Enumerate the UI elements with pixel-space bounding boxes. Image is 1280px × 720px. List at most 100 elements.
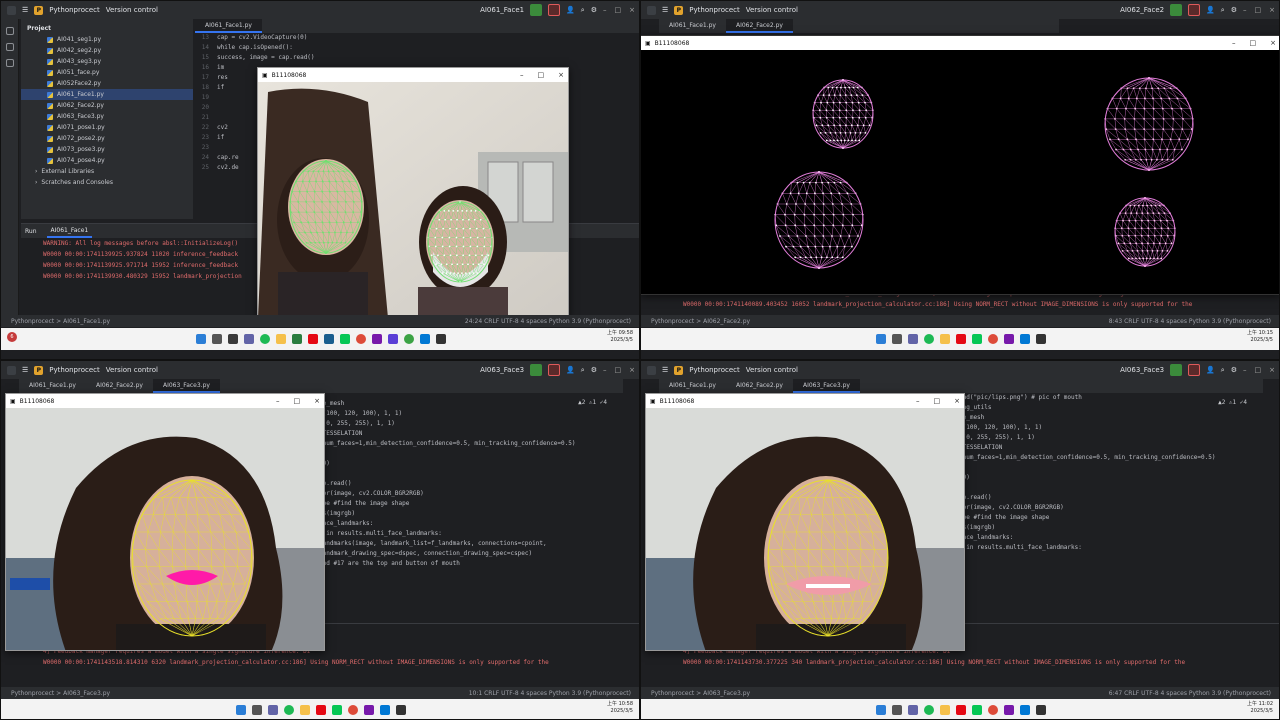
version-control-menu[interactable]: Version control [746, 366, 798, 374]
system-tray-clock[interactable]: 上午 10:15 2025/3/5 [1247, 330, 1273, 344]
system-tray-clock[interactable]: 上午 11:02 2025/3/5 [1247, 701, 1273, 715]
app-icon[interactable] [292, 334, 302, 344]
external-libraries[interactable]: › External Libraries [21, 166, 193, 177]
start-icon[interactable] [236, 705, 246, 715]
pycharm-icon[interactable] [1036, 334, 1046, 344]
close-icon[interactable]: × [314, 397, 320, 405]
more-tools-icon[interactable] [5, 59, 14, 67]
line-icon[interactable] [340, 334, 350, 344]
search-icon[interactable]: ⌕ [1221, 6, 1225, 15]
code-line[interactable]: (0) [959, 473, 1263, 483]
minimize-icon[interactable]: – [1243, 6, 1247, 14]
code-line[interactable]: ap.read() [959, 493, 1263, 503]
code-line[interactable]: s in results.multi_face_landmarks: [959, 543, 1263, 553]
pycharm-icon[interactable] [436, 334, 446, 344]
file-item[interactable]: AI041_seg1.py [21, 34, 193, 45]
close-icon[interactable]: × [1269, 6, 1275, 14]
rerun-button[interactable] [1170, 364, 1183, 376]
project-selector[interactable]: Pythonprocect [689, 6, 739, 14]
rerun-button[interactable] [530, 4, 543, 16]
project-tree-header[interactable]: Project [21, 23, 193, 34]
code-line[interactable]: ape #find the image shape [319, 499, 623, 509]
code-line[interactable]: 13 cap = cv2.VideoCapture(0) [195, 33, 639, 43]
code-line[interactable]: ss(imgrgb) [959, 523, 1263, 533]
maximize-icon[interactable]: □ [538, 71, 545, 79]
editor-tab[interactable]: AI062_Face2.py [726, 379, 793, 393]
code-line[interactable] [959, 483, 1263, 493]
status-path[interactable]: Pythonprocect > AI063_Face3.py [651, 690, 750, 697]
folder-icon[interactable] [940, 334, 950, 344]
editor-tab[interactable]: AI063_Face3.py [792, 379, 860, 393]
menu-icon[interactable]: ☰ [662, 6, 668, 14]
code-line[interactable]: ap.read() [319, 479, 623, 489]
teams-icon[interactable] [268, 705, 278, 715]
code-line[interactable]: ((0, 255, 255), 1, 1) [319, 419, 623, 429]
editor-tab[interactable]: AI063_Face3.py [152, 379, 220, 393]
system-tray-clock[interactable]: 上午 09:58 2025/3/5 [607, 330, 633, 344]
minimize-icon[interactable]: – [603, 6, 607, 14]
code-line[interactable]: ss(imgrgb) [319, 509, 623, 519]
structure-tool-icon[interactable] [5, 43, 14, 51]
spotify-icon[interactable] [260, 334, 270, 344]
minimize-icon[interactable]: – [1243, 366, 1247, 374]
maximize-icon[interactable]: □ [934, 397, 941, 405]
code-line[interactable]: and #17 are the top and button of mouth [319, 559, 623, 569]
editor-tab[interactable]: AI062_Face2.py [86, 379, 153, 393]
file-item[interactable]: AI074_pose4.py [21, 155, 193, 166]
maximize-icon[interactable]: □ [1250, 39, 1257, 47]
inspection-counts[interactable]: ▲2 ⚠1 ✓4 [578, 399, 607, 406]
code-line[interactable]: (num_faces=1,min_detection_confidence=0.… [959, 453, 1263, 463]
search-icon[interactable] [252, 705, 262, 715]
rerun-button[interactable] [530, 364, 543, 376]
file-item[interactable]: AI072_pose2.py [21, 133, 193, 144]
chrome-icon[interactable] [348, 705, 358, 715]
minimize-icon[interactable]: – [916, 397, 920, 405]
chrome-icon[interactable] [988, 705, 998, 715]
system-tray-clock[interactable]: 上午 10:58 2025/3/5 [607, 701, 633, 715]
tab-ai062[interactable]: AI062_Face2.py [725, 19, 793, 33]
file-item[interactable]: AI071_pose1.py [21, 122, 193, 133]
menu-icon[interactable]: ☰ [22, 6, 28, 14]
minimize-icon[interactable]: – [1232, 39, 1236, 47]
chrome-icon[interactable] [356, 334, 366, 344]
settings-icon[interactable]: ⚙ [591, 6, 597, 14]
netflix-icon[interactable] [316, 705, 326, 715]
settings-icon[interactable]: ⚙ [1231, 366, 1237, 374]
line-icon[interactable] [972, 334, 982, 344]
start-icon[interactable] [196, 334, 206, 344]
code-line[interactable]: ((0, 255, 255), 1, 1) [959, 433, 1263, 443]
vscode-icon[interactable] [1020, 334, 1030, 344]
run-config-selector[interactable]: AI062_Face2 [1120, 6, 1164, 14]
onenote-icon[interactable] [1004, 334, 1014, 344]
code-line[interactable]: _TESSELATION [319, 429, 623, 439]
notification-badge[interactable]: 6 [7, 332, 17, 342]
run-config-selector[interactable]: AI063_Face3 [1120, 366, 1164, 374]
line-icon[interactable] [972, 705, 982, 715]
maximize-icon[interactable]: □ [1255, 366, 1262, 374]
opencv-window[interactable]: ▣ B11108068 – □ × [5, 393, 325, 651]
netflix-icon[interactable] [308, 334, 318, 344]
folder-icon[interactable] [300, 705, 310, 715]
vscode-icon[interactable] [1020, 705, 1030, 715]
version-control-menu[interactable]: Version control [746, 6, 798, 14]
code-line[interactable] [959, 463, 1263, 473]
tab-ai061[interactable]: AI061_Face1.py [659, 19, 726, 33]
minimize-icon[interactable]: – [603, 366, 607, 374]
user-icon[interactable]: 👤 [566, 6, 575, 14]
status-right[interactable]: 6:47 CRLF UTF-8 4 spaces Python 3.9 (Pyt… [1109, 690, 1271, 697]
chrome-icon[interactable] [988, 334, 998, 344]
netflix-icon[interactable] [956, 705, 966, 715]
onenote-icon[interactable] [1004, 705, 1014, 715]
code-line[interactable]: ape #find the image shape [959, 513, 1263, 523]
app-icon[interactable] [324, 334, 334, 344]
code-line[interactable]: landmarks(image, landmark_list=f_landmar… [319, 539, 623, 549]
editor-tab[interactable]: AI061_Face1.py [19, 379, 86, 393]
scratches-consoles[interactable]: › Scratches and Consoles [21, 177, 193, 188]
user-icon[interactable]: 👤 [1206, 6, 1215, 14]
pycharm-icon[interactable] [396, 705, 406, 715]
project-selector[interactable]: Pythonprocect [49, 366, 99, 374]
code-line[interactable]: face_landmarks: [959, 533, 1263, 543]
project-selector[interactable]: Pythonprocect [689, 366, 739, 374]
code-line[interactable]: face_landmarks: [319, 519, 623, 529]
vscode-icon[interactable] [380, 705, 390, 715]
